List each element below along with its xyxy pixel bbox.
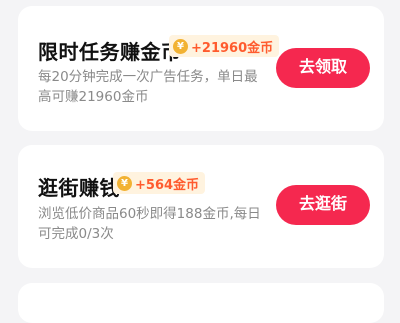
task-card-limited-time: 限时任务赚金币 ¥ +21960金币 每20分钟完成一次广告任务，单日最高可赚2…	[18, 6, 384, 131]
coin-icon: ¥	[117, 175, 132, 191]
reward-badge: ¥ +21960金币	[169, 35, 280, 57]
go-shopping-button[interactable]: 去逛街	[276, 185, 370, 225]
task-card-browse-shop: 逛街赚钱 ¥ +564金币 浏览低价商品60秒即得188金币,每日可完成0/3次…	[18, 145, 384, 268]
coin-icon: ¥	[173, 38, 188, 54]
claim-button[interactable]: 去领取	[276, 48, 370, 88]
task-description: 每20分钟完成一次广告任务，单日最高可赚21960金币	[38, 69, 258, 105]
reward-badge: ¥ +564金币	[113, 172, 206, 194]
task-description: 浏览低价商品60秒即得188金币,每日可完成0/3次	[38, 206, 261, 242]
task-card-partial	[18, 283, 384, 323]
task-title: 限时任务赚金币	[38, 40, 182, 64]
reward-amount: +21960金币	[191, 40, 274, 56]
task-title: 逛街赚钱	[38, 176, 120, 200]
reward-amount: +564金币	[135, 177, 200, 193]
